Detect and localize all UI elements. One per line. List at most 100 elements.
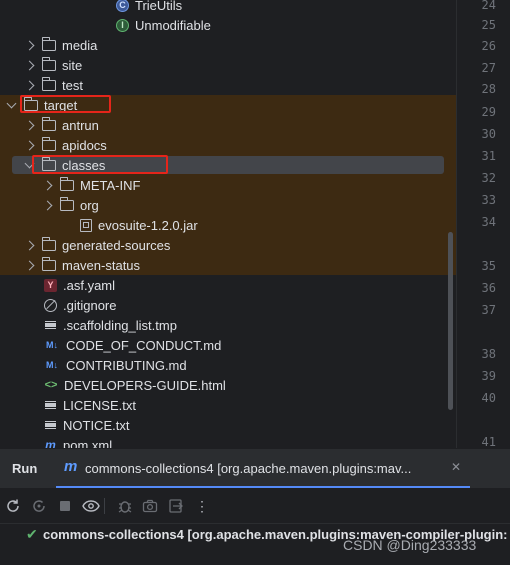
tree-item-notice-txt[interactable]: NOTICE.txt [0,415,456,435]
line-number: 37 [481,303,496,317]
run-panel-header: Run m commons-collections4 [org.apache.m… [0,448,510,489]
tree-item-label: org [80,197,99,213]
line-number: 30 [481,127,496,141]
camera-icon[interactable] [141,497,159,515]
jar-file-icon [80,218,92,232]
tree-item-label: TrieUtils [135,0,183,13]
html-file-icon: <> [44,379,58,391]
rerun-failed-icon[interactable] [30,497,48,515]
yaml-file-icon: Y [44,278,57,292]
tree-item-meta-inf[interactable]: META-INF [0,175,456,195]
close-tab-icon[interactable]: ✕ [451,460,461,474]
folder-icon [41,37,56,51]
tree-item-label: Unmodifiable [135,17,211,33]
tree-item-scaffolding-list-tmp[interactable]: .scaffolding_list.tmp [0,315,456,335]
chevron-right-icon[interactable] [24,80,34,90]
tree-item-label: LICENSE.txt [63,397,136,413]
run-tab-label: commons-collections4 [org.apache.maven.p… [85,461,412,476]
line-number: 35 [481,259,496,273]
eye-icon[interactable] [82,497,100,515]
stop-icon[interactable] [56,497,74,515]
text-file-icon [44,399,57,412]
line-number: 38 [481,347,496,361]
watermark: CSDN @Ding233333 [343,537,477,553]
export-icon[interactable] [167,497,185,515]
tree-item-label: site [62,57,83,73]
chevron-right-icon[interactable] [24,40,34,50]
markdown-icon: M↓ [46,340,58,350]
tree-item-label: .gitignore [63,297,117,313]
chevron-right-icon[interactable] [24,60,34,70]
line-number: 40 [481,391,496,405]
line-number: 26 [481,39,496,53]
chevron-right-icon[interactable] [42,200,52,210]
run-configuration-tab[interactable]: m commons-collections4 [org.apache.maven… [56,449,470,489]
folder-icon [41,237,56,251]
tree-item-label: test [62,77,83,93]
tree-item-contributing-md[interactable]: M↓ CONTRIBUTING.md [0,355,456,375]
tree-item-developers-guide-html[interactable]: <> DEVELOPERS-GUIDE.html [0,375,456,395]
project-tree: C TrieUtils I Unmodifiable media site test targ… [0,0,456,448]
tree-item-label: .asf.yaml [63,277,116,293]
tree-item-code-of-conduct-md[interactable]: M↓ CODE_OF_CONDUCT.md [0,335,456,355]
annotation-box-classes [32,155,168,174]
tree-item-gitignore[interactable]: .gitignore [0,295,456,315]
bug-icon[interactable] [116,497,134,515]
folder-icon [59,197,74,211]
folder-icon [41,57,56,71]
line-number: 34 [481,215,496,229]
tree-item-label: pom.xml [63,437,113,449]
tree-item-antrun[interactable]: antrun [0,115,456,135]
tree-item-label: generated-sources [62,237,171,253]
maven-icon: m [64,458,78,475]
chevron-right-icon[interactable] [24,260,34,270]
folder-icon [41,257,56,271]
run-toolbar: ⋮ [0,488,510,524]
line-number: 41 [481,435,496,449]
line-number: 36 [481,281,496,295]
tree-item-label: maven-status [62,257,141,273]
tree-item-media[interactable]: media [0,35,456,55]
toolbar-separator [104,498,105,514]
tree-scrollbar[interactable] [448,232,453,410]
tree-item-apidocs[interactable]: apidocs [0,135,456,155]
line-number: 25 [481,18,496,32]
tree-item-license-txt[interactable]: LICENSE.txt [0,395,456,415]
tree-item-generated-sources[interactable]: generated-sources [0,235,456,255]
chevron-right-icon[interactable] [24,240,34,250]
line-number-gutter: 24 25 26 27 28 29 30 31 32 33 34 35 36 37 38 39 40 41 [456,0,510,449]
tree-item-maven-status[interactable]: maven-status [0,255,456,275]
run-panel-title: Run [12,461,38,476]
rerun-icon[interactable] [4,497,22,515]
tree-item-test[interactable]: test [0,75,456,95]
class-icon: C [116,0,129,12]
tree-item-label: CONTRIBUTING.md [66,357,187,373]
tree-item-pom-xml[interactable]: m pom.xml [0,435,456,449]
folder-icon [59,177,74,191]
folder-icon [41,117,56,131]
tree-item-unmodifiable[interactable]: I Unmodifiable [0,15,456,35]
chevron-down-icon[interactable] [6,100,16,110]
tree-item-label: .scaffolding_list.tmp [63,317,177,333]
tree-item-trieutils[interactable]: C TrieUtils [0,0,456,15]
more-icon[interactable]: ⋮ [193,497,211,515]
line-number: 31 [481,149,496,163]
gitignore-icon [44,298,57,312]
tree-item-label: NOTICE.txt [63,417,130,433]
chevron-right-icon[interactable] [42,180,52,190]
chevron-right-icon[interactable] [24,140,34,150]
line-number: 33 [481,193,496,207]
chevron-right-icon[interactable] [24,120,34,130]
annotation-box-target [20,95,111,113]
tree-item-asf-yaml[interactable]: Y .asf.yaml [0,275,456,295]
text-file-icon [44,319,57,332]
tree-item-org[interactable]: org [0,195,456,215]
tree-item-evosuite-1-2-0-jar[interactable]: evosuite-1.2.0.jar [0,215,456,235]
tree-item-label: DEVELOPERS-GUIDE.html [64,377,226,393]
tree-item-label: META-INF [80,177,141,193]
line-number: 39 [481,369,496,383]
tree-item-site[interactable]: site [0,55,456,75]
line-number: 24 [481,0,496,12]
folder-icon [41,77,56,91]
tree-item-label: CODE_OF_CONDUCT.md [66,337,222,353]
